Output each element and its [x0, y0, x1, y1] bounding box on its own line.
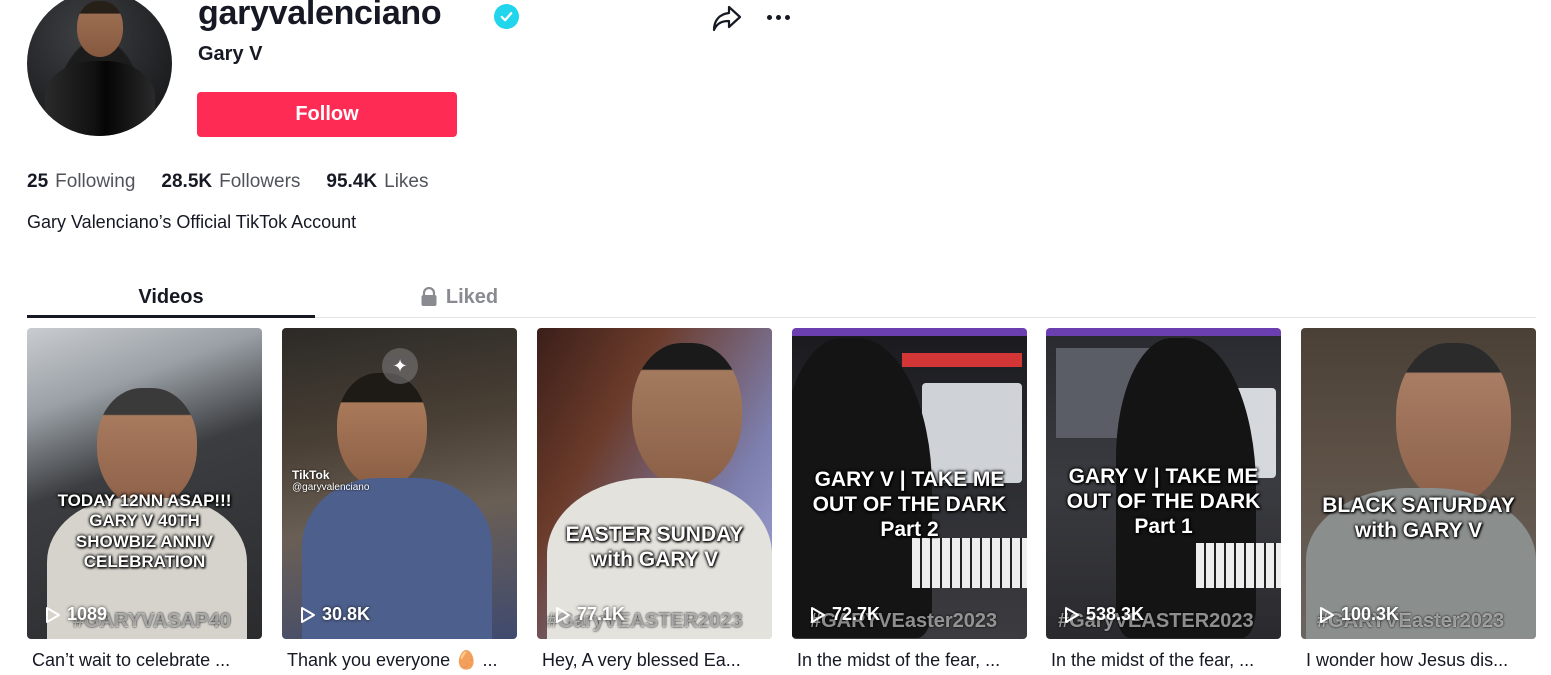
video-caption: I wonder how Jesus dis... — [1306, 650, 1509, 670]
stat-label: Likes — [384, 171, 429, 192]
profile-bio: Gary Valenciano’s Official TikTok Accoun… — [27, 212, 357, 232]
video-caption: Thank you everyone 🥚 ... — [287, 650, 498, 670]
thumb-figure — [632, 343, 742, 488]
play-icon — [301, 606, 315, 623]
view-count: 30.8K — [300, 604, 370, 625]
video-thumbnail[interactable]: GARY V | TAKE ME OUT OF THE DARK Part 2 … — [792, 328, 1027, 639]
view-count-value: 72.7K — [832, 604, 881, 624]
view-count-value: 100.3K — [1341, 604, 1400, 624]
play-icon — [556, 606, 570, 623]
video-overlay-text: EASTER SUNDAY with GARY V — [565, 523, 744, 572]
view-count-value: 30.8K — [322, 604, 371, 624]
avatar-face-shape — [77, 1, 123, 57]
profile-tabs: Videos Liked — [27, 276, 1536, 318]
verified-badge-icon — [494, 4, 519, 29]
view-count: 72.7K — [810, 604, 880, 625]
video-overlay-text: BLACK SATURDAY with GARY V — [1322, 494, 1515, 543]
view-count: 77.1K — [555, 604, 625, 625]
tiktok-watermark: TikTok @garyvalenciano — [292, 468, 369, 493]
video-thumbnail[interactable]: GARY V | TAKE ME OUT OF THE DARK Part 1 … — [1046, 328, 1281, 639]
lock-icon — [421, 287, 437, 306]
play-icon — [46, 606, 60, 623]
video-caption: In the midst of the fear, ... — [1051, 650, 1255, 670]
stat-label: Following — [55, 171, 136, 192]
view-count-value: 538.3K — [1086, 604, 1145, 624]
video-card[interactable]: TODAY 12NN ASAP!!! GARY V 40TH SHOWBIZ A… — [27, 328, 262, 671]
stat-value: 25 — [27, 171, 49, 192]
view-count-value: 1089 — [67, 604, 108, 624]
tab-label: Liked — [445, 285, 499, 308]
video-overlay-text: GARY V | TAKE ME OUT OF THE DARK Part 1 — [1066, 465, 1261, 539]
stat-value: 28.5K — [161, 171, 213, 192]
profile-username: garyvalenciano — [198, 0, 442, 32]
video-caption: Hey, A very blessed Ea... — [542, 650, 741, 670]
follow-button[interactable]: Follow — [197, 92, 457, 137]
stat-value: 95.4K — [326, 171, 378, 192]
profile-stats: 25 Following 28.5K Followers 95.4K Likes — [27, 171, 428, 193]
thumb-figure — [1396, 343, 1511, 503]
video-thumbnail[interactable]: BLACK SATURDAY with GARY V #GARYVEaster2… — [1301, 328, 1536, 639]
video-card[interactable]: EASTER SUNDAY with GARY V #GaryVEASTER20… — [537, 328, 772, 671]
view-count-value: 77.1K — [577, 604, 626, 624]
more-options-icon[interactable] — [762, 3, 794, 31]
tab-label: Videos — [138, 285, 204, 308]
video-thumbnail[interactable]: ✦ TikTok @garyvalenciano 30.8K — [282, 328, 517, 639]
play-icon — [1320, 606, 1334, 623]
play-icon — [1065, 606, 1079, 623]
video-overlay-text: GARY V | TAKE ME OUT OF THE DARK Part 2 — [812, 468, 1007, 542]
active-tab-indicator — [27, 315, 315, 318]
thumb-screen-shape — [902, 353, 1022, 367]
video-card[interactable]: ✦ TikTok @garyvalenciano 30.8K Thank you… — [282, 328, 517, 671]
stat-likes: 95.4K Likes — [326, 171, 428, 193]
sparkle-icon: ✦ — [382, 348, 418, 384]
stat-following[interactable]: 25 Following — [27, 171, 135, 193]
profile-avatar — [27, 0, 172, 136]
view-count: 100.3K — [1319, 604, 1399, 625]
video-card[interactable]: GARY V | TAKE ME OUT OF THE DARK Part 1 … — [1046, 328, 1281, 671]
video-thumbnail[interactable]: TODAY 12NN ASAP!!! GARY V 40TH SHOWBIZ A… — [27, 328, 262, 639]
video-card[interactable]: BLACK SATURDAY with GARY V #GARYVEaster2… — [1301, 328, 1536, 671]
play-icon — [811, 606, 825, 623]
video-caption: Can’t wait to celebrate ... — [32, 650, 231, 670]
tab-videos[interactable]: Videos — [27, 276, 315, 318]
video-thumbnail[interactable]: EASTER SUNDAY with GARY V #GaryVEASTER20… — [537, 328, 772, 639]
video-caption: In the midst of the fear, ... — [797, 650, 1001, 670]
video-overlay-text: TODAY 12NN ASAP!!! GARY V 40TH SHOWBIZ A… — [57, 491, 232, 572]
thumb-keyboard-shape — [912, 538, 1027, 588]
profile-nickname: Gary V — [198, 43, 263, 65]
video-grid: TODAY 12NN ASAP!!! GARY V 40TH SHOWBIZ A… — [27, 328, 1536, 675]
thumb-keyboard-shape — [1196, 543, 1281, 588]
stat-label: Followers — [219, 171, 301, 192]
share-icon[interactable] — [711, 3, 743, 33]
tab-liked[interactable]: Liked — [315, 276, 603, 318]
view-count: 1089 — [45, 604, 107, 625]
video-card[interactable]: GARY V | TAKE ME OUT OF THE DARK Part 2 … — [792, 328, 1027, 671]
watermark-handle: @garyvalenciano — [292, 482, 370, 493]
stat-followers[interactable]: 28.5K Followers — [161, 171, 300, 193]
view-count: 538.3K — [1064, 604, 1144, 625]
avatar-body-shape — [45, 61, 155, 136]
watermark-label: TikTok — [292, 468, 330, 482]
thumb-figure — [97, 388, 197, 508]
